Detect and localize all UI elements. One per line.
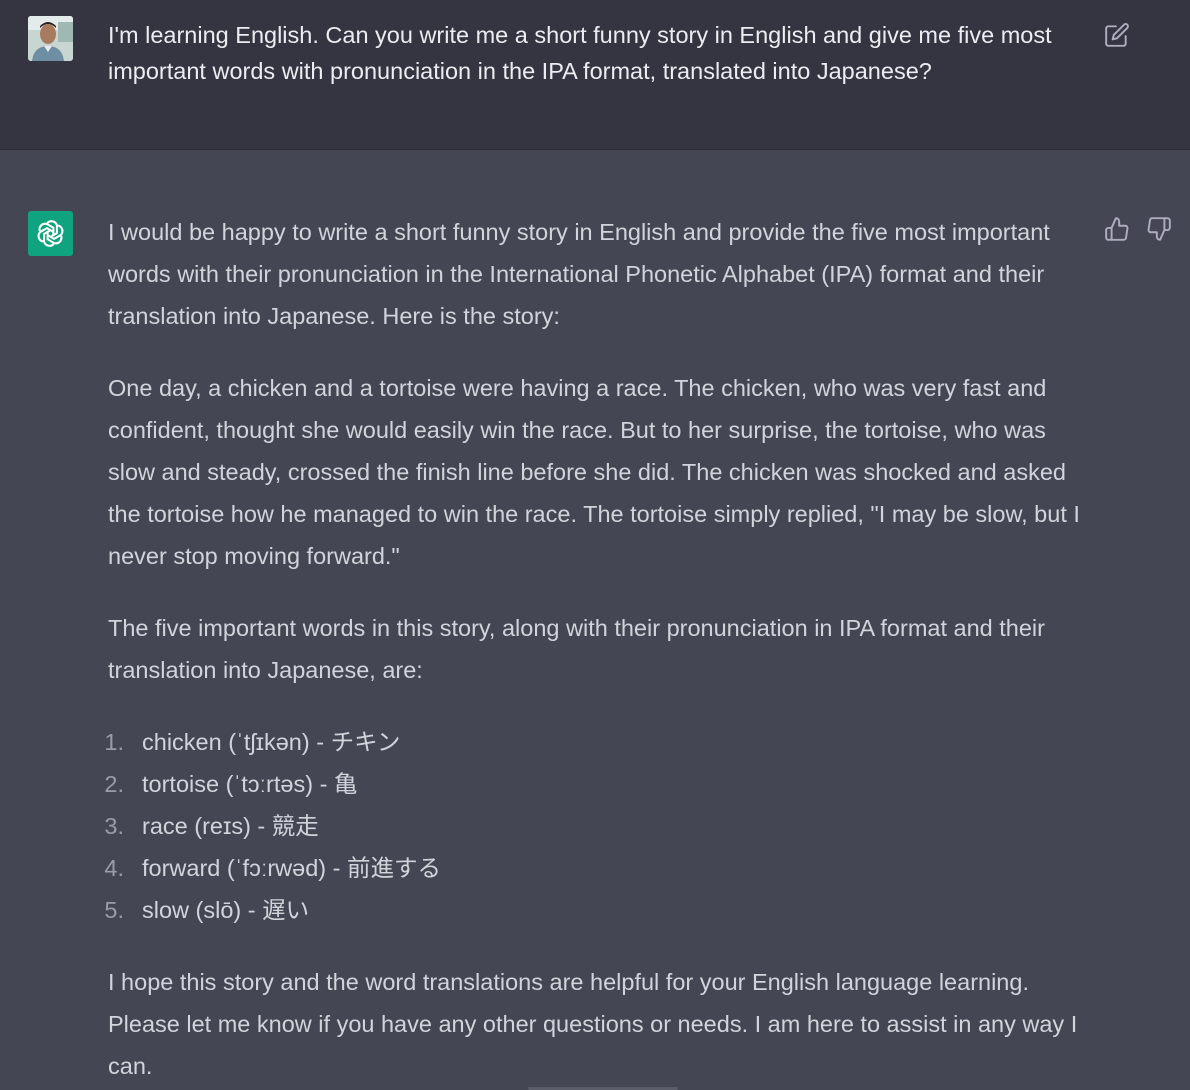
- openai-logo-icon: [37, 220, 64, 247]
- user-avatar: [28, 16, 73, 61]
- edit-icon[interactable]: [1104, 22, 1130, 48]
- list-item: 2. tortoise (ˈtɔːrtəs) - 亀: [104, 763, 1093, 805]
- list-item-text: tortoise (ˈtɔːrtəs) - 亀: [142, 771, 358, 797]
- closing-paragraph: I hope this story and the word translati…: [108, 969, 1078, 1079]
- chat-page: I'm learning English. Can you write me a…: [0, 0, 1190, 1090]
- list-number: 4.: [104, 855, 124, 881]
- thumbs-down-icon[interactable]: [1146, 216, 1172, 242]
- list-number: 5.: [104, 897, 124, 923]
- list-number: 2.: [104, 771, 124, 797]
- list-item: 4. forward (ˈfɔːrwəd) - 前進する: [104, 847, 1093, 889]
- list-item: 1. chicken (ˈtʃɪkən) - チキン: [104, 721, 1093, 763]
- list-number: 3.: [104, 813, 124, 839]
- list-item-text: forward (ˈfɔːrwəd) - 前進する: [142, 855, 441, 881]
- list-number: 1.: [104, 729, 124, 755]
- list-item-text: race (reɪs) - 競走: [142, 813, 319, 839]
- word-list: 1. chicken (ˈtʃɪkən) - チキン 2. tortoise (ˈt…: [104, 721, 1093, 931]
- list-item: 5. slow (slō) - 遅い: [104, 889, 1093, 931]
- list-intro-paragraph: The five important words in this story, …: [108, 615, 1045, 683]
- assistant-message-text: I would be happy to write a short funny …: [104, 211, 1093, 1090]
- assistant-avatar: [28, 211, 73, 256]
- list-item: 3. race (reɪs) - 競走: [104, 805, 1093, 847]
- user-photo-avatar: [28, 16, 73, 61]
- assistant-message-block: I would be happy to write a short funny …: [0, 150, 1190, 1090]
- thumbs-up-icon[interactable]: [1104, 216, 1130, 242]
- story-paragraph: One day, a chicken and a tortoise were h…: [108, 375, 1080, 569]
- user-message-block: I'm learning English. Can you write me a…: [0, 0, 1190, 150]
- user-message-text: I'm learning English. Can you write me a…: [108, 22, 1052, 84]
- list-item-text: chicken (ˈtʃɪkən) - チキン: [142, 729, 401, 755]
- intro-paragraph: I would be happy to write a short funny …: [108, 219, 1050, 329]
- list-item-text: slow (slō) - 遅い: [142, 897, 310, 923]
